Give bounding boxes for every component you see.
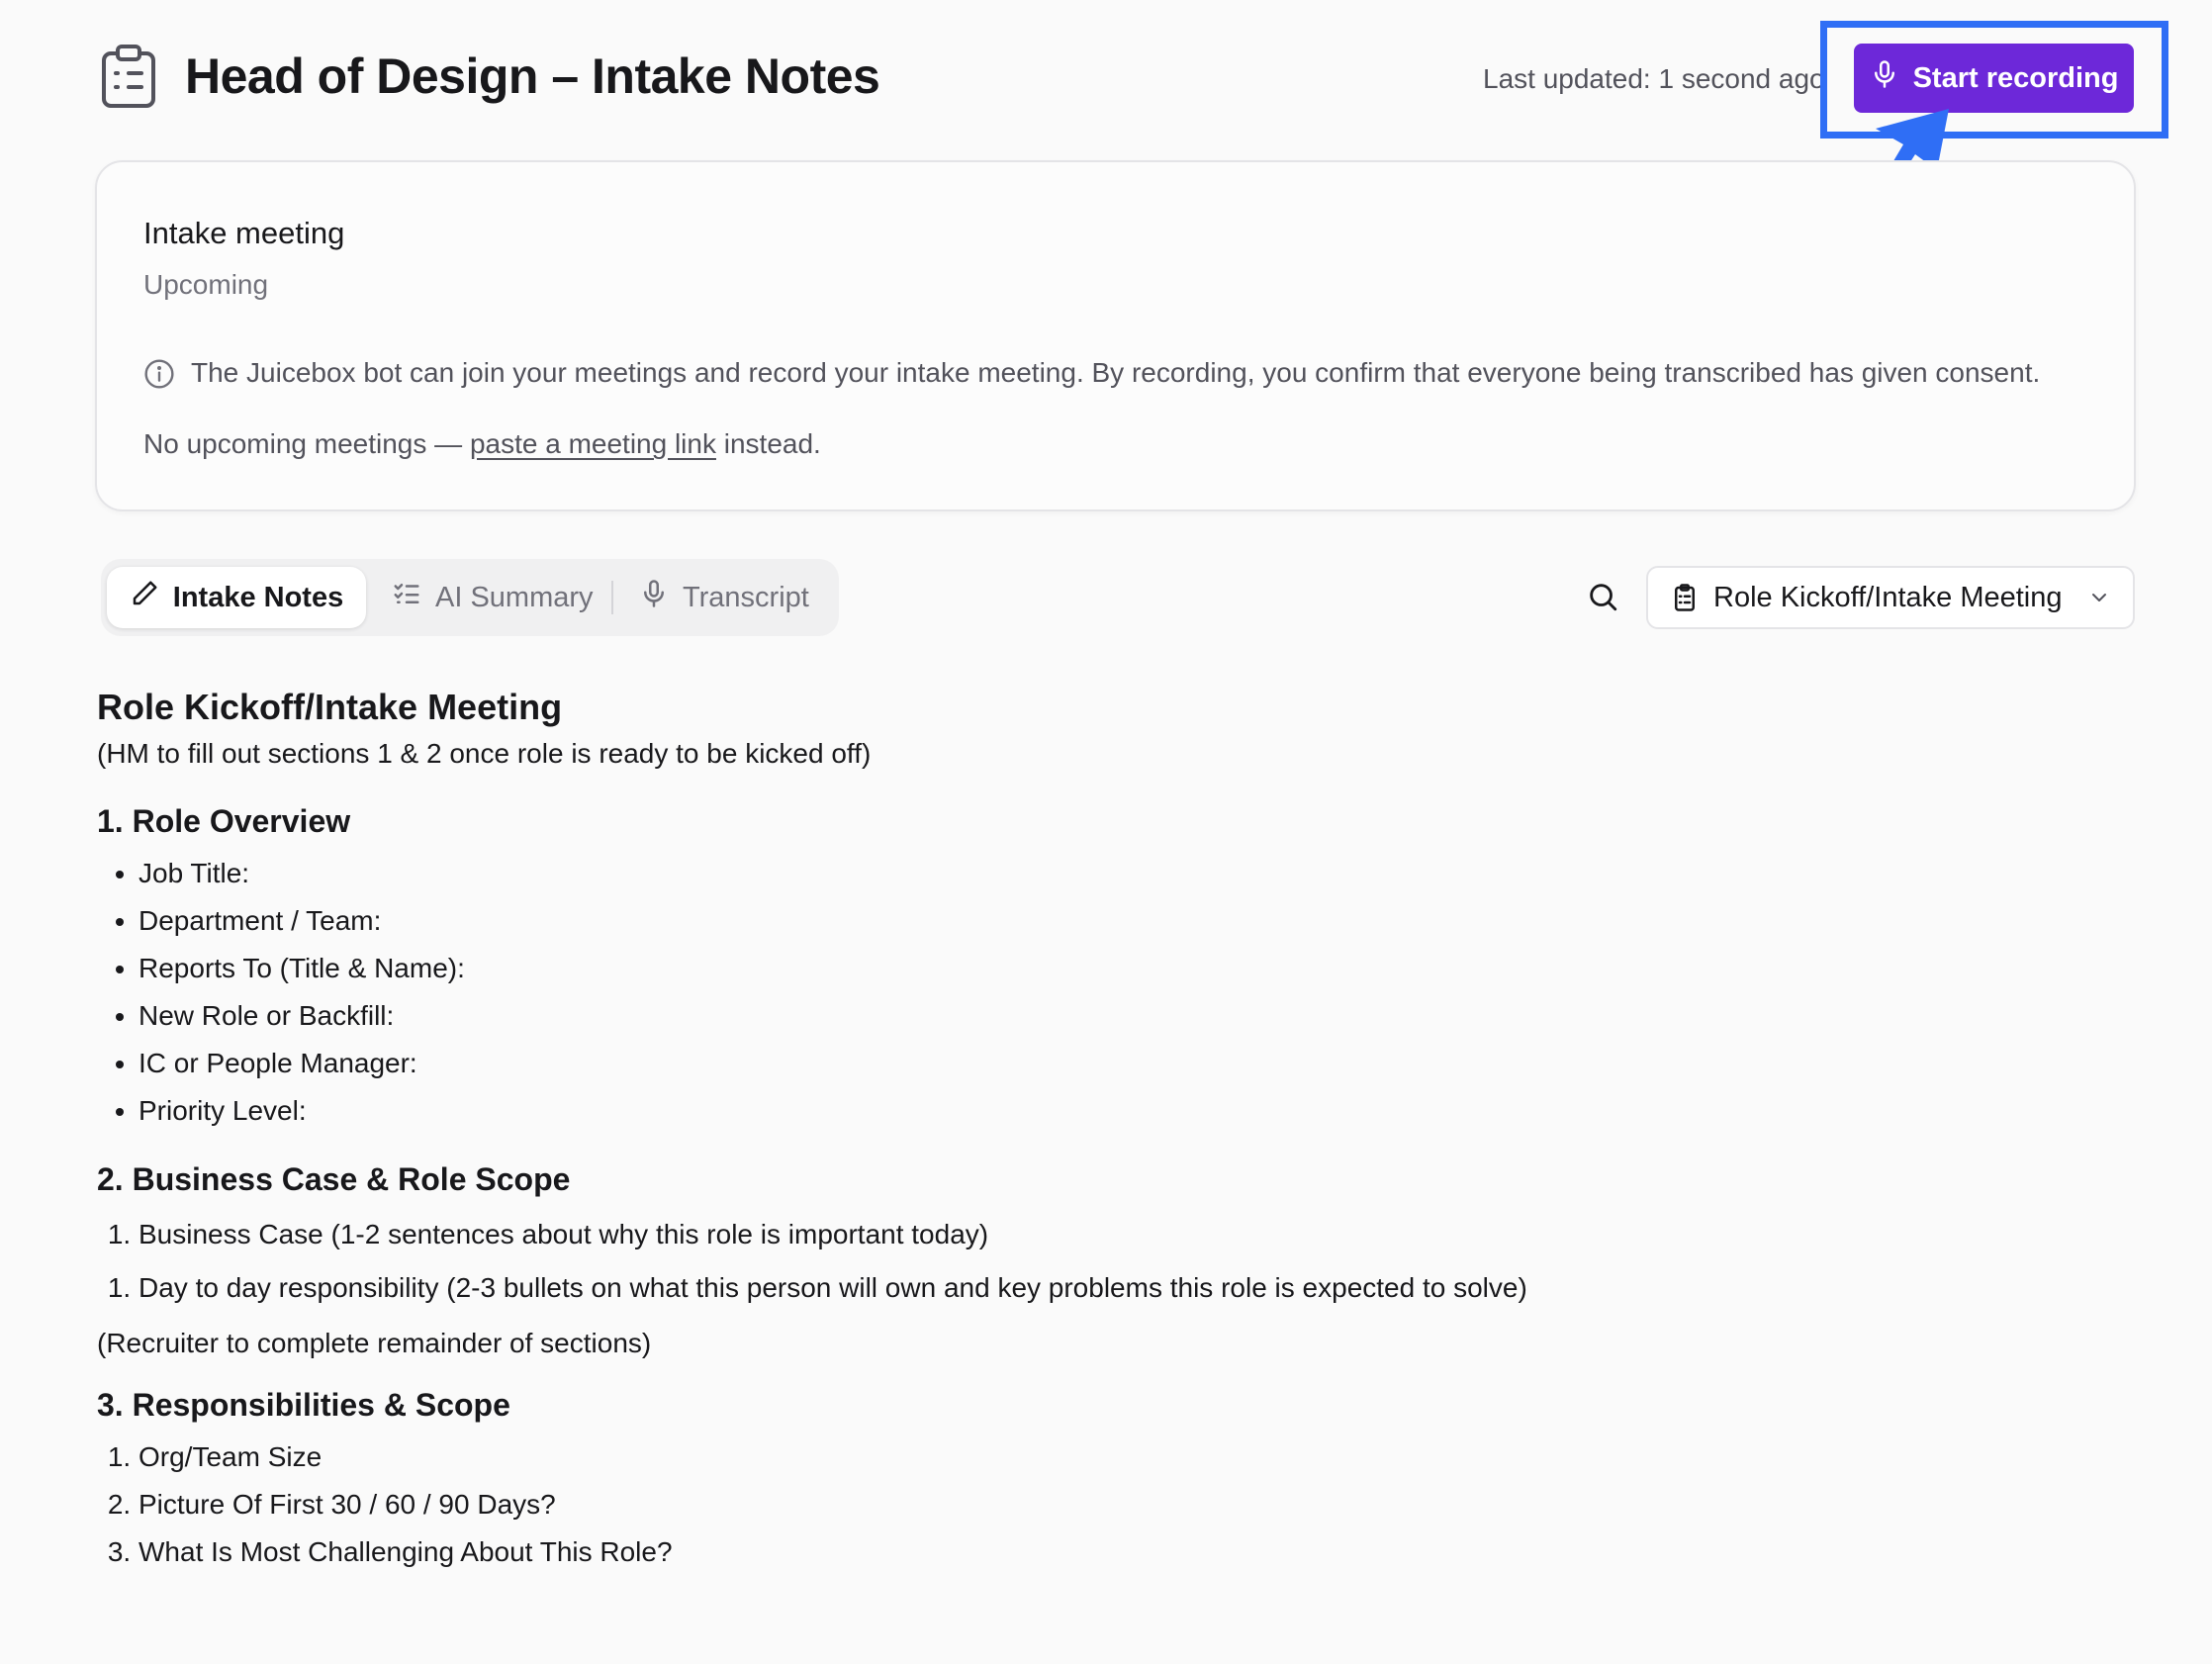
list-item: New Role or Backfill: [138, 992, 1977, 1040]
tab-label: AI Summary [435, 581, 594, 613]
pencil-icon [130, 579, 159, 616]
tab-intake-notes[interactable]: Intake Notes [107, 567, 366, 628]
clipboard-list-icon [100, 44, 157, 109]
template-select[interactable]: Role Kickoff/Intake Meeting [1646, 566, 2135, 629]
document-intro: (HM to fill out sections 1 & 2 once role… [97, 738, 872, 769]
no-meetings-suffix: instead. [715, 428, 821, 459]
list-item: Picture Of First 30 / 60 / 90 Days? [138, 1481, 1977, 1528]
search-icon [1590, 584, 1617, 611]
start-recording-label: Start recording [1912, 61, 2119, 94]
list-item: Priority Level: [138, 1087, 1977, 1135]
tab-ai-summary[interactable]: AI Summary [392, 567, 594, 628]
section-heading: 3. Responsibilities & Scope [97, 1387, 510, 1423]
recruiter-note: (Recruiter to complete remainder of sect… [97, 1328, 652, 1358]
list-item: IC or People Manager: [138, 1040, 1977, 1087]
list-item: Org/Team Size [138, 1433, 1977, 1481]
list-item: Day to day responsibility (2-3 bullets o… [138, 1261, 1977, 1315]
list-item: What Is Most Challenging About This Role… [138, 1528, 1977, 1576]
section-heading: 1. Role Overview [97, 803, 351, 839]
meeting-status: Upcoming [143, 269, 269, 300]
chevron-down-icon [2092, 594, 2106, 601]
business-case-list: Day to day responsibility (2-3 bullets o… [97, 1261, 1977, 1315]
intake-notes-document[interactable]: Role Kickoff/Intake Meeting (HM to fill … [97, 683, 1977, 1576]
meeting-card-title: Intake meeting [143, 216, 345, 250]
tab-label: Transcript [683, 581, 809, 613]
microphone-icon [639, 579, 669, 616]
list-item: Department / Team: [138, 897, 1977, 945]
notes-tabs: Intake Notes AI Summary Transcript [101, 559, 839, 636]
paste-meeting-link[interactable]: paste a meeting link [470, 428, 716, 459]
microphone-icon [1870, 59, 1899, 97]
list-item: Job Title: [138, 850, 1977, 897]
no-meetings-prefix: No upcoming meetings — [143, 428, 470, 459]
responsibilities-list: Org/Team Size Picture Of First 30 / 60 /… [97, 1433, 1977, 1576]
document-title: Role Kickoff/Intake Meeting [97, 687, 563, 727]
tab-divider [611, 581, 613, 614]
consent-notice: The Juicebox bot can join your meetings … [191, 357, 2041, 388]
info-icon [143, 358, 175, 390]
role-overview-list: Job Title: Department / Team: Reports To… [97, 850, 1977, 1135]
last-updated-text: Last updated: 1 second ago [1483, 63, 1822, 94]
no-meetings-text: No upcoming meetings — paste a meeting l… [143, 424, 821, 464]
clipboard-icon [1675, 584, 1695, 611]
tab-transcript[interactable]: Transcript [639, 567, 809, 628]
template-select-value: Role Kickoff/Intake Meeting [1713, 581, 2063, 613]
page-title: Head of Design – Intake Notes [185, 48, 880, 104]
tab-label: Intake Notes [172, 581, 344, 613]
list-item: Reports To (Title & Name): [138, 945, 1977, 992]
business-case-list: Business Case (1-2 sentences about why t… [97, 1208, 1977, 1261]
search-button[interactable] [1586, 580, 1619, 613]
checklist-icon [392, 579, 421, 616]
list-item: Business Case (1-2 sentences about why t… [138, 1208, 1977, 1261]
section-heading: 2. Business Case & Role Scope [97, 1161, 571, 1197]
